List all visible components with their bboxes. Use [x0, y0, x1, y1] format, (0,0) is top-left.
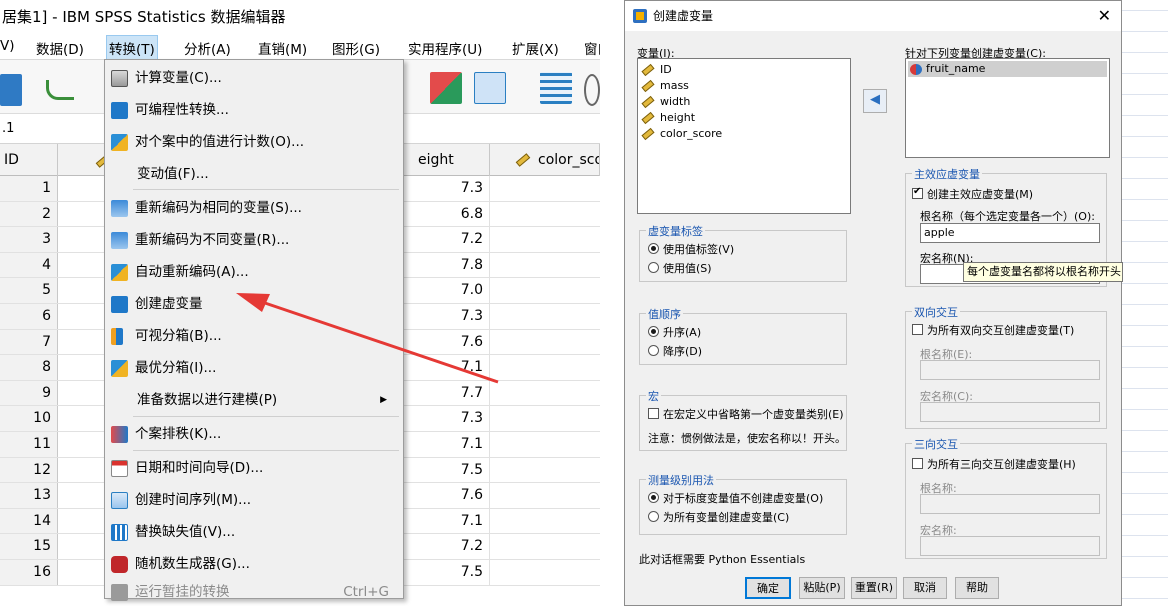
radio-icon: [648, 262, 659, 273]
create-dummy-variables-dialog: 创建虚变量 ✕ 变量(I): ID mass width height colo…: [624, 0, 1122, 606]
dialog-title: 创建虚变量: [653, 9, 714, 23]
python-essentials-note: 此对话框需要 Python Essentials: [639, 553, 806, 566]
sheet-gridline: [1122, 304, 1168, 305]
sheet-gridline: [1122, 598, 1168, 599]
sheet-gridline: [1122, 52, 1168, 53]
sheet-gridline: [1122, 556, 1168, 557]
source-variable-list[interactable]: ID mass width height color_score: [637, 58, 851, 214]
arrow-left-icon: ◀: [870, 92, 880, 107]
root-name-input[interactable]: apple: [920, 223, 1100, 243]
three-way-interactions-group: 三向交互 为所有三向交互创建虚变量(H) 根名称: 宏名称:: [905, 436, 1107, 559]
macro-name-tooltip: 每个虚变量名都将以根名称开头，后跟"_": [963, 262, 1123, 282]
checkbox-icon: [648, 408, 659, 419]
annotation-arrow-line: [261, 300, 499, 384]
variable-item[interactable]: width: [641, 94, 690, 110]
descending-radio[interactable]: 降序(D): [648, 343, 702, 359]
sheet-gridline: [1122, 577, 1168, 578]
sheet-gridline: [1122, 472, 1168, 473]
close-icon[interactable]: ✕: [1098, 3, 1111, 29]
checkbox-checked-icon: [912, 186, 923, 199]
sheet-gridline: [1122, 493, 1168, 494]
variable-item[interactable]: color_score: [641, 126, 722, 142]
sheet-gridline: [1122, 31, 1168, 32]
help-button[interactable]: 帮助: [955, 577, 999, 599]
sheet-gridline: [1122, 409, 1168, 410]
cancel-button[interactable]: 取消: [903, 577, 947, 599]
two-way-checkbox[interactable]: 为所有双向交互创建虚变量(T): [912, 322, 1074, 338]
dialog-app-icon: [633, 9, 647, 23]
radio-selected-icon: [648, 492, 659, 503]
radio-selected-icon: [648, 243, 659, 254]
radio-icon: [648, 511, 659, 522]
sheet-gridline: [1122, 514, 1168, 515]
use-values-radio[interactable]: 使用值(S): [648, 260, 712, 276]
dummy-labels-group: 虚变量标签 使用值标签(V) 使用值(S): [639, 223, 847, 282]
three-way-macro-input: [920, 536, 1100, 556]
variable-item[interactable]: mass: [641, 78, 689, 94]
sheet-gridline: [1122, 136, 1168, 137]
sheet-gridline: [1122, 367, 1168, 368]
root-name-label: 根名称（每个选定变量各一个）(O):: [920, 210, 1095, 223]
annotation-arrow: [236, 293, 499, 384]
no-dummies-scale-radio[interactable]: 对于标度变量值不创建虚变量(O): [648, 490, 823, 506]
sheet-gridline: [1122, 241, 1168, 242]
all-variables-radio[interactable]: 为所有变量创建虚变量(C): [648, 509, 789, 525]
three-way-checkbox[interactable]: 为所有三向交互创建虚变量(H): [912, 456, 1076, 472]
sheet-gridline: [1122, 325, 1168, 326]
scale-ruler-icon: [641, 127, 655, 141]
variable-item[interactable]: height: [641, 110, 695, 126]
sheet-gridline: [1122, 73, 1168, 74]
use-value-labels-radio[interactable]: 使用值标签(V): [648, 241, 734, 257]
sheet-gridline: [1122, 283, 1168, 284]
paste-button[interactable]: 粘贴(P): [799, 577, 845, 599]
target-variable-item[interactable]: fruit_name: [908, 61, 1107, 77]
scale-ruler-icon: [641, 79, 655, 93]
nominal-variable-icon: [910, 63, 922, 75]
two-way-macro-input: [920, 402, 1100, 422]
sheet-gridline: [1122, 10, 1168, 11]
background-sheet: [1122, 0, 1168, 606]
omit-first-category-checkbox[interactable]: 在宏定义中省略第一个虚变量类别(E): [648, 406, 844, 422]
spss-data-editor: 居集1] - IBM SPSS Statistics 数据编辑器 V) 数据(D…: [0, 0, 600, 606]
value-order-group: 值顺序 升序(A) 降序(D): [639, 306, 847, 365]
scale-ruler-icon: [641, 63, 655, 77]
sheet-gridline: [1122, 262, 1168, 263]
sheet-gridline: [1122, 115, 1168, 116]
ascending-radio[interactable]: 升序(A): [648, 324, 701, 340]
sheet-gridline: [1122, 178, 1168, 179]
dialog-titlebar: 创建虚变量 ✕: [625, 1, 1121, 31]
scale-ruler-icon: [641, 95, 655, 109]
radio-selected-icon: [648, 326, 659, 337]
main-effects-title: 主效应虚变量: [912, 166, 982, 182]
sheet-gridline: [1122, 430, 1168, 431]
measurement-level-group: 测量级别用法 对于标度变量值不创建虚变量(O) 为所有变量创建虚变量(C): [639, 472, 847, 535]
checkbox-icon: [912, 458, 923, 469]
radio-icon: [648, 345, 659, 356]
sheet-gridline: [1122, 346, 1168, 347]
sheet-gridline: [1122, 535, 1168, 536]
sheet-gridline: [1122, 157, 1168, 158]
macro-note: 注意：惯例做法是，使宏名称以！开头。: [648, 432, 846, 445]
reset-button[interactable]: 重置(R): [851, 577, 897, 599]
sheet-gridline: [1122, 451, 1168, 452]
scale-ruler-icon: [641, 111, 655, 125]
ok-button[interactable]: 确定: [745, 577, 791, 599]
sheet-gridline: [1122, 388, 1168, 389]
two-way-root-input: [920, 360, 1100, 380]
three-way-root-input: [920, 494, 1100, 514]
sheet-gridline: [1122, 94, 1168, 95]
move-variable-button[interactable]: ◀: [863, 89, 887, 113]
annotation-arrowhead: [236, 293, 270, 312]
sheet-gridline: [1122, 199, 1168, 200]
macros-group: 宏 在宏定义中省略第一个虚变量类别(E) 注意：惯例做法是，使宏名称以！开头。: [639, 388, 847, 451]
create-main-effects-checkbox[interactable]: 创建主效应虚变量(M): [912, 186, 1033, 202]
sheet-gridline: [1122, 220, 1168, 221]
variable-item[interactable]: ID: [641, 62, 672, 78]
two-way-interactions-group: 双向交互 为所有双向交互创建虚变量(T) 根名称(E): 宏名称(C):: [905, 304, 1107, 429]
target-variable-list[interactable]: fruit_name: [905, 58, 1110, 158]
checkbox-icon: [912, 324, 923, 335]
